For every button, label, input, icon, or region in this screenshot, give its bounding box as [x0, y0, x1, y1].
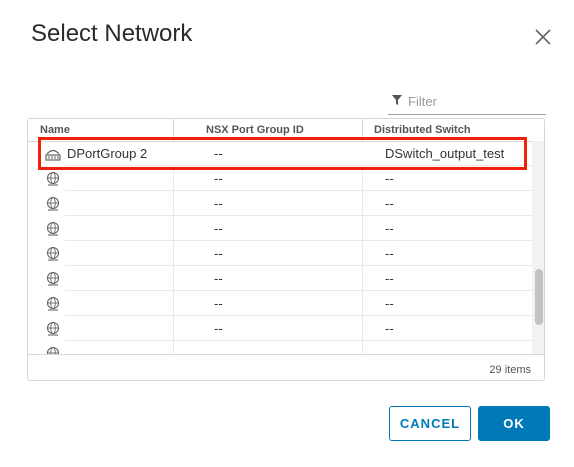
row-divider [65, 166, 173, 191]
row-divider [65, 291, 173, 316]
cancel-button[interactable]: CANCEL [389, 406, 471, 441]
filter-box [388, 90, 546, 115]
filter-input[interactable] [408, 92, 542, 110]
table-header: Name NSX Port Group ID Distributed Switc… [28, 119, 544, 142]
table-row[interactable]: -- -- [28, 316, 532, 341]
nsx-port-group-id: -- [214, 196, 223, 211]
row-divider [65, 266, 173, 291]
table-row[interactable]: -- -- [28, 216, 532, 241]
nsx-port-group-id: -- [214, 221, 223, 236]
table-body: DPortGroup 2 -- DSwitch_output_test -- - [28, 141, 532, 354]
column-divider [173, 216, 174, 241]
table-row[interactable]: -- -- [28, 241, 532, 266]
network-icon [46, 246, 60, 261]
row-divider [173, 266, 532, 291]
column-header-name[interactable]: Name [40, 124, 70, 136]
network-icon [46, 196, 60, 211]
ok-button[interactable]: OK [478, 406, 550, 441]
column-divider[interactable] [362, 119, 363, 141]
distributed-switch: -- [385, 246, 394, 261]
column-divider [362, 216, 363, 241]
table-row[interactable] [28, 341, 532, 354]
close-icon[interactable] [533, 27, 553, 47]
column-divider [173, 241, 174, 266]
item-count: 29 items [489, 364, 531, 376]
table-row[interactable]: DPortGroup 2 -- DSwitch_output_test [28, 141, 532, 166]
nsx-port-group-id: -- [214, 171, 223, 186]
scrollbar-thumb[interactable] [535, 269, 543, 325]
network-table: Name NSX Port Group ID Distributed Switc… [27, 118, 545, 381]
row-divider [173, 291, 532, 316]
column-divider [362, 316, 363, 341]
table-row[interactable]: -- -- [28, 191, 532, 216]
row-divider [65, 316, 173, 341]
column-divider [173, 266, 174, 291]
port-group-icon [45, 149, 61, 161]
network-icon [46, 221, 60, 236]
network-icon [46, 321, 60, 336]
column-divider [362, 166, 363, 191]
column-divider [173, 341, 174, 354]
distributed-switch: DSwitch_output_test [385, 146, 505, 161]
nsx-port-group-id: -- [214, 296, 223, 311]
network-icon [46, 346, 60, 354]
column-header-nsx-port-group-id[interactable]: NSX Port Group ID [206, 124, 304, 136]
column-divider [362, 191, 363, 216]
network-icon [46, 296, 60, 311]
distributed-switch: -- [385, 196, 394, 211]
row-divider [173, 316, 532, 341]
row-divider [65, 191, 173, 216]
column-header-distributed-switch[interactable]: Distributed Switch [374, 124, 471, 136]
distributed-switch: -- [385, 321, 394, 336]
column-divider [173, 166, 174, 191]
nsx-port-group-id: -- [214, 246, 223, 261]
row-divider [65, 216, 173, 241]
column-divider [173, 316, 174, 341]
table-footer: 29 items [28, 354, 544, 380]
network-name: DPortGroup 2 [67, 146, 148, 161]
distributed-switch: -- [385, 171, 394, 186]
row-divider [65, 241, 173, 266]
column-divider [362, 341, 363, 354]
network-icon [46, 271, 60, 286]
column-divider [362, 291, 363, 316]
row-divider [173, 166, 532, 191]
table-scrollbar[interactable] [532, 141, 544, 354]
network-icon [46, 171, 60, 186]
table-row[interactable]: -- -- [28, 166, 532, 191]
column-divider [173, 291, 174, 316]
row-divider [173, 241, 532, 266]
distributed-switch: -- [385, 296, 394, 311]
column-divider [173, 191, 174, 216]
nsx-port-group-id: -- [214, 146, 223, 161]
row-divider [173, 191, 532, 216]
nsx-port-group-id: -- [214, 271, 223, 286]
table-row[interactable]: -- -- [28, 291, 532, 316]
column-divider [362, 241, 363, 266]
row-divider [173, 216, 532, 241]
table-row[interactable]: -- -- [28, 266, 532, 291]
distributed-switch: -- [385, 271, 394, 286]
nsx-port-group-id: -- [214, 321, 223, 336]
distributed-switch: -- [385, 221, 394, 236]
dialog-title: Select Network [31, 20, 193, 47]
select-network-dialog: Select Network Name NSX Port Group ID Di… [0, 0, 574, 467]
column-divider[interactable] [173, 119, 174, 141]
column-divider [362, 266, 363, 291]
filter-icon [392, 95, 402, 105]
